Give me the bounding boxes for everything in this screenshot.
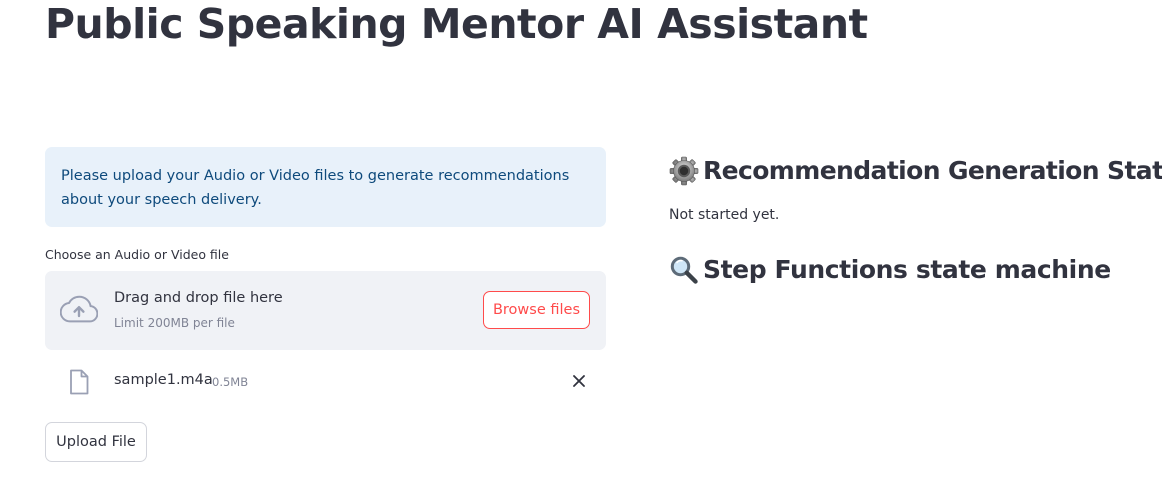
- dropzone-limit: Limit 200MB per file: [114, 316, 235, 330]
- uploaded-file-item: sample1.m4a 0.5MB: [45, 364, 606, 398]
- browse-files-button[interactable]: Browse files: [483, 291, 590, 329]
- app-page: Public Speaking Mentor AI Assistant Plea…: [0, 0, 1162, 483]
- file-dropzone[interactable]: Drag and drop file here Limit 200MB per …: [45, 271, 606, 350]
- file-name: sample1.m4a: [114, 372, 213, 388]
- status-heading-text: Recommendation Generation Status: [703, 156, 1162, 185]
- page-title: Public Speaking Mentor AI Assistant: [45, 0, 868, 48]
- close-icon[interactable]: [572, 374, 586, 388]
- state-machine-heading: Step Functions state machine: [669, 253, 1111, 287]
- info-alert: Please upload your Audio or Video files …: [45, 147, 606, 227]
- state-machine-heading-text: Step Functions state machine: [703, 255, 1111, 284]
- cloud-upload-icon: [60, 295, 98, 323]
- dropzone-instructions: Drag and drop file here: [114, 290, 283, 306]
- upload-file-button[interactable]: Upload File: [45, 422, 147, 462]
- file-uploader-label: Choose an Audio or Video file: [45, 247, 229, 262]
- file-size: 0.5MB: [212, 375, 249, 389]
- status-heading: Recommendation Generation Status: [669, 154, 1162, 188]
- status-text: Not started yet.: [669, 207, 780, 223]
- file-icon: [70, 369, 89, 395]
- magnifying-glass-icon: [670, 256, 698, 284]
- gear-icon: [669, 156, 699, 186]
